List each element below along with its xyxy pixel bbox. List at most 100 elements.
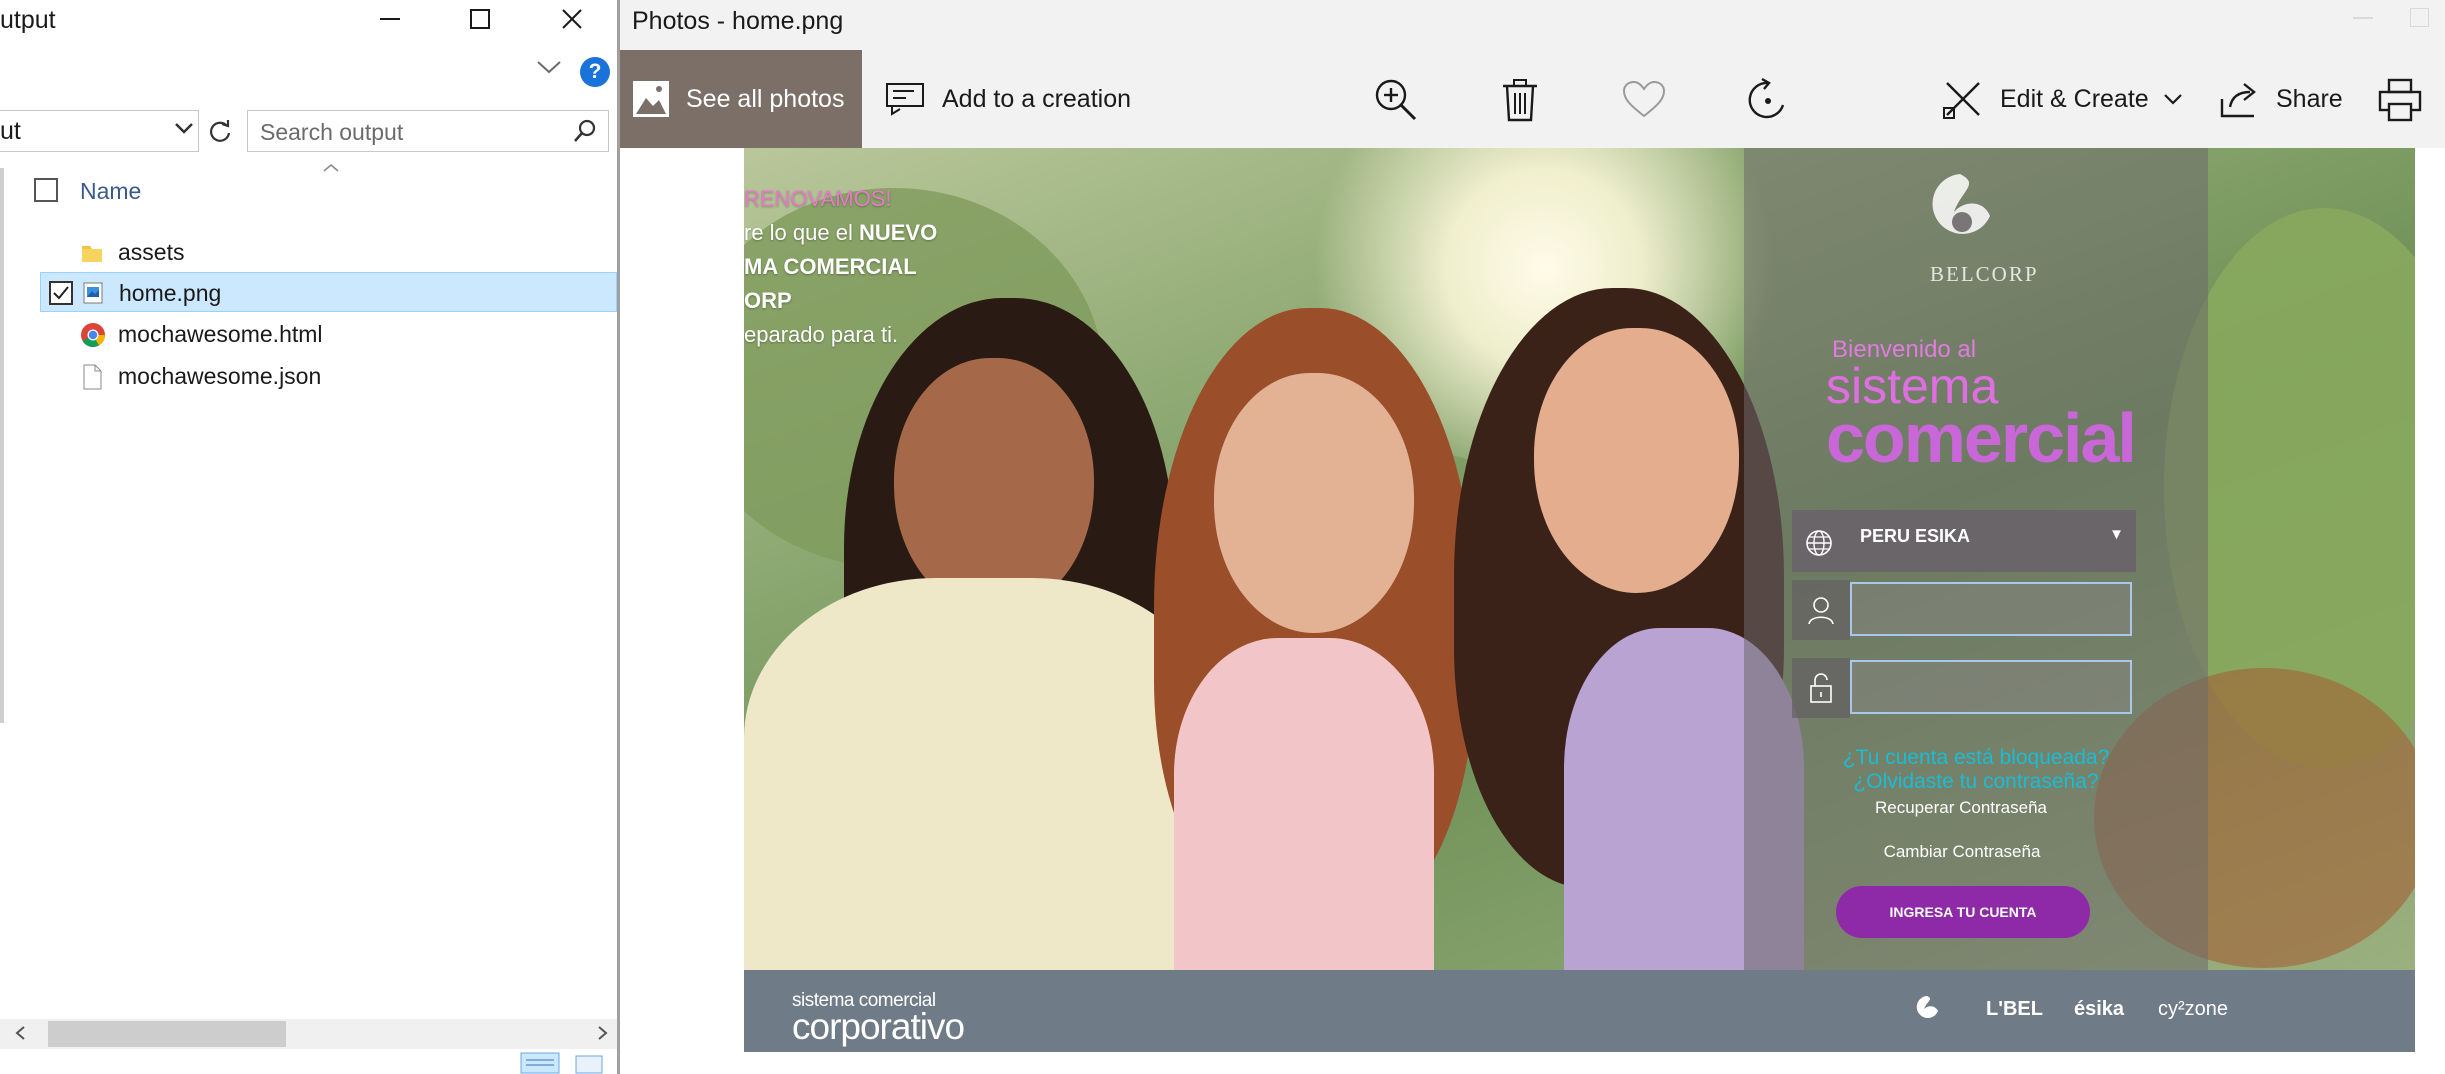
scrollbar-thumb[interactable] [48, 1021, 286, 1047]
row-checkbox[interactable] [49, 281, 73, 305]
file-row-home-png[interactable]: home.png [40, 272, 617, 312]
file-name: mochawesome.html [118, 321, 323, 347]
brand-esika: ésika [2074, 998, 2125, 1020]
image-viewer[interactable]: RENOVAMOS! re lo que el NUEVO MA COMERCI… [620, 148, 2445, 1074]
address-text: ut [0, 117, 21, 145]
file-row-assets[interactable]: assets [40, 232, 617, 272]
ad-line-5: eparado para ti. [744, 322, 899, 347]
print-button[interactable] [2376, 76, 2424, 124]
ad-line-2: re lo que el NUEVO [744, 220, 938, 245]
see-all-photos-button[interactable]: See all photos [620, 50, 862, 148]
trash-icon [1503, 79, 1537, 122]
checkmark-icon [53, 286, 69, 300]
scroll-left-icon[interactable] [14, 1025, 26, 1046]
help-button[interactable]: ? [580, 57, 610, 87]
search-icon[interactable] [572, 118, 598, 149]
belcorp-mark-icon [1914, 994, 1940, 1028]
woman-right-face [1534, 328, 1739, 593]
photos-app-window: Photos - home.png See all photos Add to … [617, 0, 2445, 1074]
ad-line-4: ORP [744, 288, 792, 313]
rotate-button[interactable] [1744, 76, 1792, 124]
edit-create-button[interactable]: Edit & Create [1942, 50, 2183, 148]
favorite-button[interactable] [1620, 76, 1668, 124]
belcorp-logo-icon [1924, 170, 1996, 259]
add-to-creation-icon [886, 83, 924, 116]
ad-line-3: MA COMERCIAL [744, 254, 917, 279]
username-field[interactable] [1792, 580, 2136, 640]
nav-pane-edge [0, 168, 4, 723]
brand-lbel: L'BEL [1986, 998, 2043, 1020]
lock-icon [1792, 658, 1850, 718]
brand-cyzone: cy²zone [2158, 998, 2229, 1020]
share-icon [2220, 83, 2256, 118]
chrome-icon [80, 322, 105, 348]
see-all-label: See all photos [686, 85, 845, 113]
photos-window-title: Photos - home.png [632, 7, 844, 35]
file-row-mochawesome-html[interactable]: mochawesome.html [40, 314, 617, 354]
delete-button[interactable] [1496, 76, 1544, 124]
address-bar[interactable]: ut [0, 110, 199, 152]
file-row-mochawesome-json[interactable]: mochawesome.json [40, 356, 617, 396]
refresh-icon [209, 120, 231, 142]
woman-left-shirt [744, 578, 1224, 970]
chevron-down-icon [175, 123, 193, 134]
sort-indicator-icon [322, 160, 340, 178]
zoom-in-icon [1375, 79, 1417, 121]
search-box[interactable]: Search output [247, 110, 609, 152]
ad-headline: RENOVAMOS! re lo que el NUEVO MA COMERCI… [744, 182, 937, 352]
photos-titlebar: Photos - home.png [620, 0, 2445, 48]
password-field[interactable] [1792, 658, 2136, 718]
address-dropdown-button[interactable] [174, 121, 194, 142]
close-button[interactable] [532, 0, 612, 38]
chevron-down-icon [537, 61, 561, 74]
globe-icon [1804, 528, 1834, 563]
refresh-button[interactable] [205, 113, 235, 149]
close-icon [562, 9, 582, 29]
minimize-button[interactable] [2353, 17, 2373, 19]
username-input[interactable] [1850, 582, 2132, 636]
view-toggle-buttons[interactable] [520, 1052, 616, 1074]
minimize-button[interactable] [350, 0, 430, 38]
horizontal-scrollbar[interactable] [0, 1019, 617, 1049]
gallery-icon [632, 80, 670, 123]
ad-line-1: RENOVAMOS! [744, 186, 892, 211]
brand-wordmark: BELCORP [1930, 262, 2039, 286]
woman-left-face [894, 358, 1094, 613]
login-button[interactable]: INGRESA TU CUENTA [1836, 886, 2090, 938]
scroll-right-icon[interactable] [597, 1025, 609, 1046]
change-password-link[interactable]: Cambiar Contraseña [1744, 842, 2180, 862]
window-title: utput [0, 6, 56, 34]
photo-image: RENOVAMOS! re lo que el NUEVO MA COMERCI… [744, 148, 2415, 970]
woman-center-shirt [1174, 638, 1434, 970]
country-select[interactable]: PERU ESIKA ▼ [1792, 510, 2136, 572]
share-button[interactable]: Share [2218, 50, 2343, 148]
forgot-password-link[interactable]: ¿Olvidaste tu contraseña? [1744, 770, 2208, 794]
zoom-button[interactable] [1372, 76, 1420, 124]
photos-toolbar: See all photos Add to a creation Edit & … [620, 50, 2445, 148]
edit-create-icon [1943, 82, 1980, 119]
file-explorer-window: utput ? ut Search output Name assets hom… [0, 0, 617, 1074]
maximize-button[interactable] [440, 0, 520, 38]
search-placeholder: Search output [260, 119, 404, 145]
maximize-icon [470, 9, 490, 29]
share-label: Share [2276, 84, 2343, 113]
folder-icon [80, 240, 104, 264]
password-input[interactable] [1850, 660, 2132, 714]
select-all-checkbox[interactable] [34, 178, 58, 202]
user-icon [1792, 580, 1850, 640]
country-value: PERU ESIKA [1860, 526, 1971, 546]
minimize-icon [380, 18, 400, 20]
recover-password-link[interactable]: Recuperar Contraseña [1744, 798, 2178, 818]
file-name: mochawesome.json [118, 363, 322, 389]
footer-big-text: corporativo [792, 1006, 965, 1047]
chevron-down-icon [2163, 94, 2182, 105]
maximize-button[interactable] [2410, 8, 2429, 27]
comercial-text: comercial [1826, 399, 2137, 477]
add-to-creation-button[interactable]: Add to a creation [884, 50, 1131, 148]
login-panel: BELCORP Bienvenido al sistema comercial … [1744, 148, 2208, 970]
column-header-name[interactable]: Name [80, 178, 141, 205]
dropdown-arrow-icon: ▼ [2109, 526, 2124, 543]
printer-icon [2378, 78, 2422, 122]
account-locked-link[interactable]: ¿Tu cuenta está bloqueada? [1744, 746, 2208, 770]
expand-ribbon-button[interactable] [535, 58, 563, 81]
